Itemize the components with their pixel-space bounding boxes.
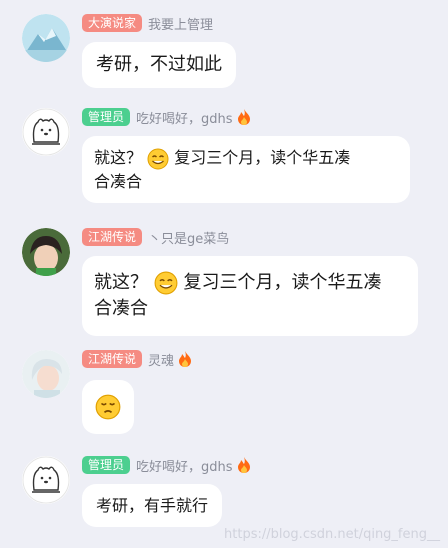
fire-icon — [179, 351, 192, 367]
avatar[interactable] — [22, 14, 70, 62]
user-nickname[interactable]: 吃好喝好，gdhs — [136, 108, 233, 127]
avatar[interactable] — [22, 228, 70, 276]
frown-emoji — [95, 394, 121, 420]
message-bubble[interactable] — [82, 380, 134, 434]
message-bubble[interactable]: 考研，不过如此 — [82, 42, 236, 88]
message-text: 复习三个月，读个华五凑 — [174, 148, 351, 167]
message-bubble[interactable]: 就这？ 复习三个月，读个华五凑 合凑合 — [82, 256, 418, 336]
user-title-badge: 江湖传说 — [82, 350, 143, 368]
message-text: 考研，有手就行 — [96, 496, 209, 515]
fire-icon — [237, 109, 250, 125]
smile-emoji — [147, 148, 169, 169]
user-nickname[interactable]: 灵魂 — [148, 350, 174, 369]
message-text: 复习三个月，读个华五凑 — [183, 272, 382, 293]
user-title-badge: 大演说家 — [82, 14, 143, 32]
avatar[interactable] — [22, 108, 70, 156]
message-bubble[interactable]: 考研，有手就行 — [82, 484, 223, 527]
message-text: 考研，不过如此 — [96, 54, 222, 75]
user-title-badge: 管理员 — [82, 108, 131, 126]
fire-icon — [237, 457, 250, 473]
user-nickname[interactable]: 吃好喝好，gdhs — [136, 456, 233, 475]
user-nickname[interactable]: 我要上管理 — [148, 14, 213, 33]
watermark: https://blog.csdn.net/qing_feng__ — [224, 527, 440, 542]
smile-emoji — [154, 271, 178, 295]
avatar[interactable] — [22, 350, 70, 398]
message-text: 合凑合 — [94, 298, 148, 319]
user-title-badge: 管理员 — [82, 456, 131, 474]
message-text: 合凑合 — [94, 171, 143, 191]
avatar[interactable] — [22, 456, 70, 504]
message-text: 就这？ — [94, 272, 148, 293]
message-bubble[interactable]: 就这？ 复习三个月，读个华五凑 合凑合 — [82, 136, 410, 203]
message-text: 就这？ — [94, 148, 143, 167]
user-title-badge: 江湖传说 — [82, 228, 143, 246]
user-nickname[interactable]: 丶只是ge菜鸟 — [148, 228, 229, 247]
